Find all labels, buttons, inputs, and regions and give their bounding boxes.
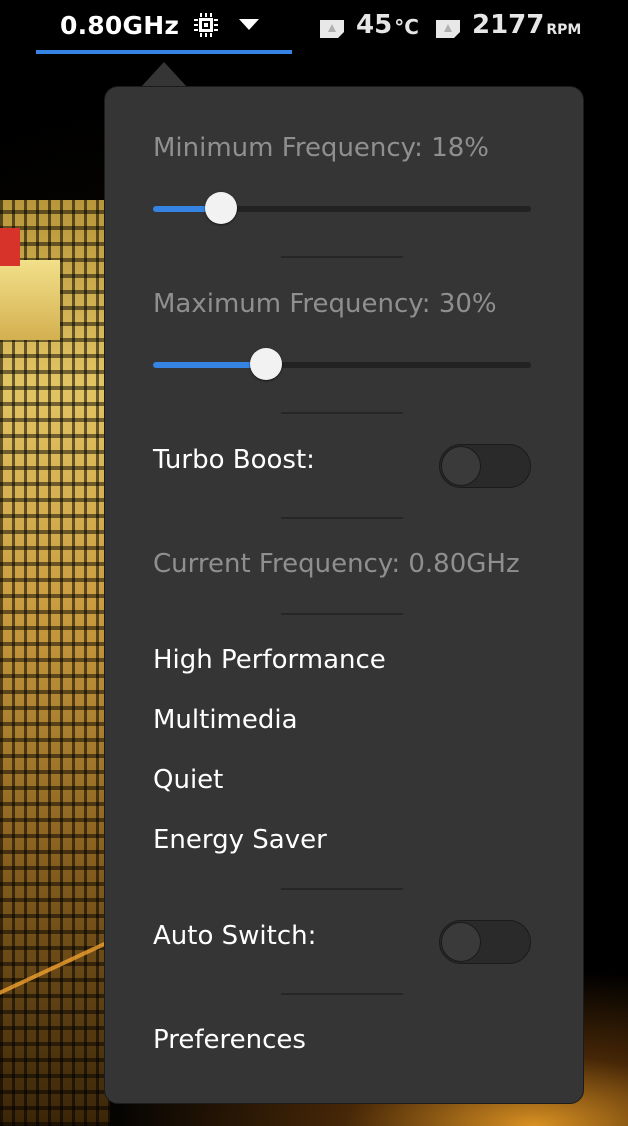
profile-multimedia[interactable]: Multimedia (153, 705, 298, 735)
switch-knob (441, 922, 481, 962)
min-frequency-label: Minimum Frequency: (153, 133, 423, 163)
background-building-top (0, 260, 60, 340)
min-frequency-value: 18% (431, 133, 490, 163)
temperature-indicator[interactable]: 45 °C (318, 0, 419, 50)
auto-switch-switch[interactable] (439, 920, 531, 964)
min-frequency-slider[interactable] (153, 191, 531, 227)
top-panel: 0.80GHz 45 °C 2177 RPM (0, 0, 628, 56)
current-frequency-value: 0.80GHz (408, 549, 520, 579)
switch-knob (441, 446, 481, 486)
slider-handle[interactable] (205, 192, 238, 224)
triangle-down-icon (239, 19, 260, 31)
max-frequency-label: Maximum Frequency: (153, 289, 431, 319)
separator (281, 412, 403, 414)
current-frequency-label: Current Frequency: (153, 549, 401, 579)
separator (281, 613, 403, 615)
profile-quiet[interactable]: Quiet (153, 765, 223, 795)
preferences-menu-item[interactable]: Preferences (153, 1025, 306, 1055)
slider-fill (153, 362, 267, 368)
profile-energy-saver[interactable]: Energy Saver (153, 825, 327, 855)
temperature-unit: °C (394, 15, 419, 39)
cpufreq-popup-menu: Minimum Frequency: 18% Maximum Frequency… (104, 86, 584, 1104)
separator (281, 256, 403, 258)
turbo-boost-switch[interactable] (439, 444, 531, 488)
background-building-sign (0, 228, 20, 266)
popup-pointer (140, 62, 188, 88)
fan-speed-unit: RPM (546, 22, 582, 38)
separator (281, 888, 403, 890)
fan-speed-value: 2177 (472, 10, 545, 40)
min-frequency-row: Minimum Frequency: 18% (153, 133, 489, 163)
separator (281, 993, 403, 995)
max-frequency-row: Maximum Frequency: 30% (153, 289, 497, 319)
slider-handle[interactable] (250, 348, 283, 380)
auto-switch-label: Auto Switch: (153, 921, 317, 951)
current-frequency-row: Current Frequency: 0.80GHz (153, 549, 520, 579)
sensor-warning-icon (318, 17, 346, 39)
sensor-warning-icon (434, 17, 462, 39)
cpu-chip-icon (193, 11, 219, 39)
temperature-value: 45 (356, 10, 393, 40)
cpufreq-indicator-button[interactable]: 0.80GHz (36, 0, 292, 54)
frequency-label: 0.80GHz (60, 10, 180, 40)
max-frequency-value: 30% (438, 289, 497, 319)
profile-high-performance[interactable]: High Performance (153, 645, 386, 675)
separator (281, 517, 403, 519)
max-frequency-slider[interactable] (153, 347, 531, 383)
fan-speed-indicator[interactable]: 2177 RPM (434, 0, 581, 50)
turbo-boost-label: Turbo Boost: (153, 445, 315, 475)
